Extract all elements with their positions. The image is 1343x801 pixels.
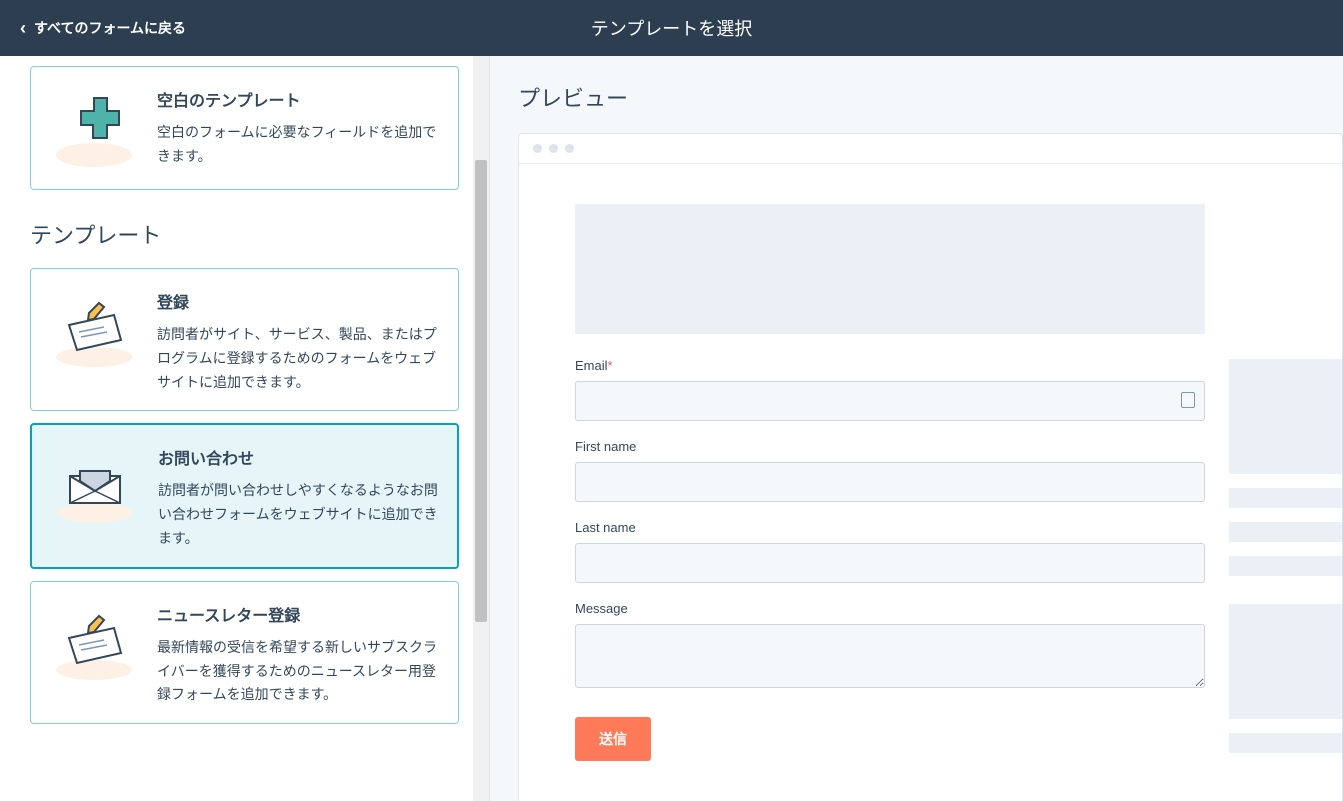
template-card-contact[interactable]: お問い合わせ 訪問者が問い合わせしやすくなるようなお問い合わせフォームをウェブサ… — [30, 423, 459, 568]
traffic-light-icon — [549, 144, 558, 153]
placeholder-block — [1229, 359, 1342, 474]
template-list-panel: 空白のテンプレート 空白のフォームに必要なフィールドを追加できます。 テンプレー… — [0, 56, 490, 801]
scrollbar[interactable] — [473, 56, 489, 801]
scrollbar-thumb[interactable] — [475, 160, 487, 622]
template-title: お問い合わせ — [158, 445, 439, 469]
firstname-field[interactable] — [575, 462, 1205, 502]
template-card-blank[interactable]: 空白のテンプレート 空白のフォームに必要なフィールドを追加できます。 — [30, 66, 459, 190]
page-title: テンプレートを選択 — [591, 15, 752, 41]
preview-heading: プレビュー — [518, 81, 1343, 113]
template-title: 登録 — [157, 289, 440, 313]
lastname-label: Last name — [575, 520, 1205, 535]
preview-panel: プレビュー Email* — [490, 56, 1343, 801]
preview-form: Email* First name Last name — [575, 204, 1205, 767]
hero-placeholder — [575, 204, 1205, 334]
template-card-registration[interactable]: 登録 訪問者がサイト、サービス、製品、またはプログラムに登録するためのフォームを… — [30, 268, 459, 411]
template-description: 訪問者がサイト、サービス、製品、またはプログラムに登録するためのフォームをウェブ… — [157, 323, 440, 394]
template-card-newsletter[interactable]: ニュースレター登録 最新情報の受信を希望する新しいサブスクライバーを獲得するため… — [30, 581, 459, 724]
blank-template-icon — [49, 83, 139, 173]
email-label: Email* — [575, 358, 1205, 373]
traffic-light-icon — [565, 144, 574, 153]
browser-title-bar — [519, 134, 1342, 164]
traffic-light-icon — [533, 144, 542, 153]
placeholder-block — [1229, 488, 1342, 508]
sidebar-placeholders — [1229, 204, 1342, 767]
message-label: Message — [575, 601, 1205, 616]
templates-section-heading: テンプレート — [30, 218, 459, 250]
lastname-field[interactable] — [575, 543, 1205, 583]
placeholder-block — [1229, 556, 1342, 576]
message-field[interactable] — [575, 624, 1205, 688]
template-description: 最新情報の受信を希望する新しいサブスクライバーを獲得するためのニュースレター用登… — [157, 636, 440, 707]
registration-icon — [49, 285, 139, 375]
chevron-left-icon: ‹ — [20, 18, 26, 39]
placeholder-block — [1229, 604, 1342, 719]
autofill-icon — [1181, 392, 1195, 408]
back-link-label: すべてのフォームに戻る — [34, 18, 186, 38]
submit-button[interactable]: 送信 — [575, 717, 651, 761]
contact-icon — [50, 441, 140, 531]
newsletter-icon — [49, 598, 139, 688]
firstname-label: First name — [575, 439, 1205, 454]
template-description: 訪問者が問い合わせしやすくなるようなお問い合わせフォームをウェブサイトに追加でき… — [158, 479, 439, 550]
template-description: 空白のフォームに必要なフィールドを追加できます。 — [157, 121, 440, 169]
main-content: 空白のテンプレート 空白のフォームに必要なフィールドを追加できます。 テンプレー… — [0, 56, 1343, 801]
top-navigation: ‹ すべてのフォームに戻る テンプレートを選択 — [0, 0, 1343, 56]
template-title: 空白のテンプレート — [157, 87, 440, 111]
placeholder-block — [1229, 522, 1342, 542]
template-title: ニュースレター登録 — [157, 602, 440, 626]
browser-frame: Email* First name Last name — [518, 133, 1343, 801]
email-field[interactable] — [575, 381, 1205, 421]
placeholder-block — [1229, 733, 1342, 753]
back-link[interactable]: ‹ すべてのフォームに戻る — [20, 18, 186, 39]
